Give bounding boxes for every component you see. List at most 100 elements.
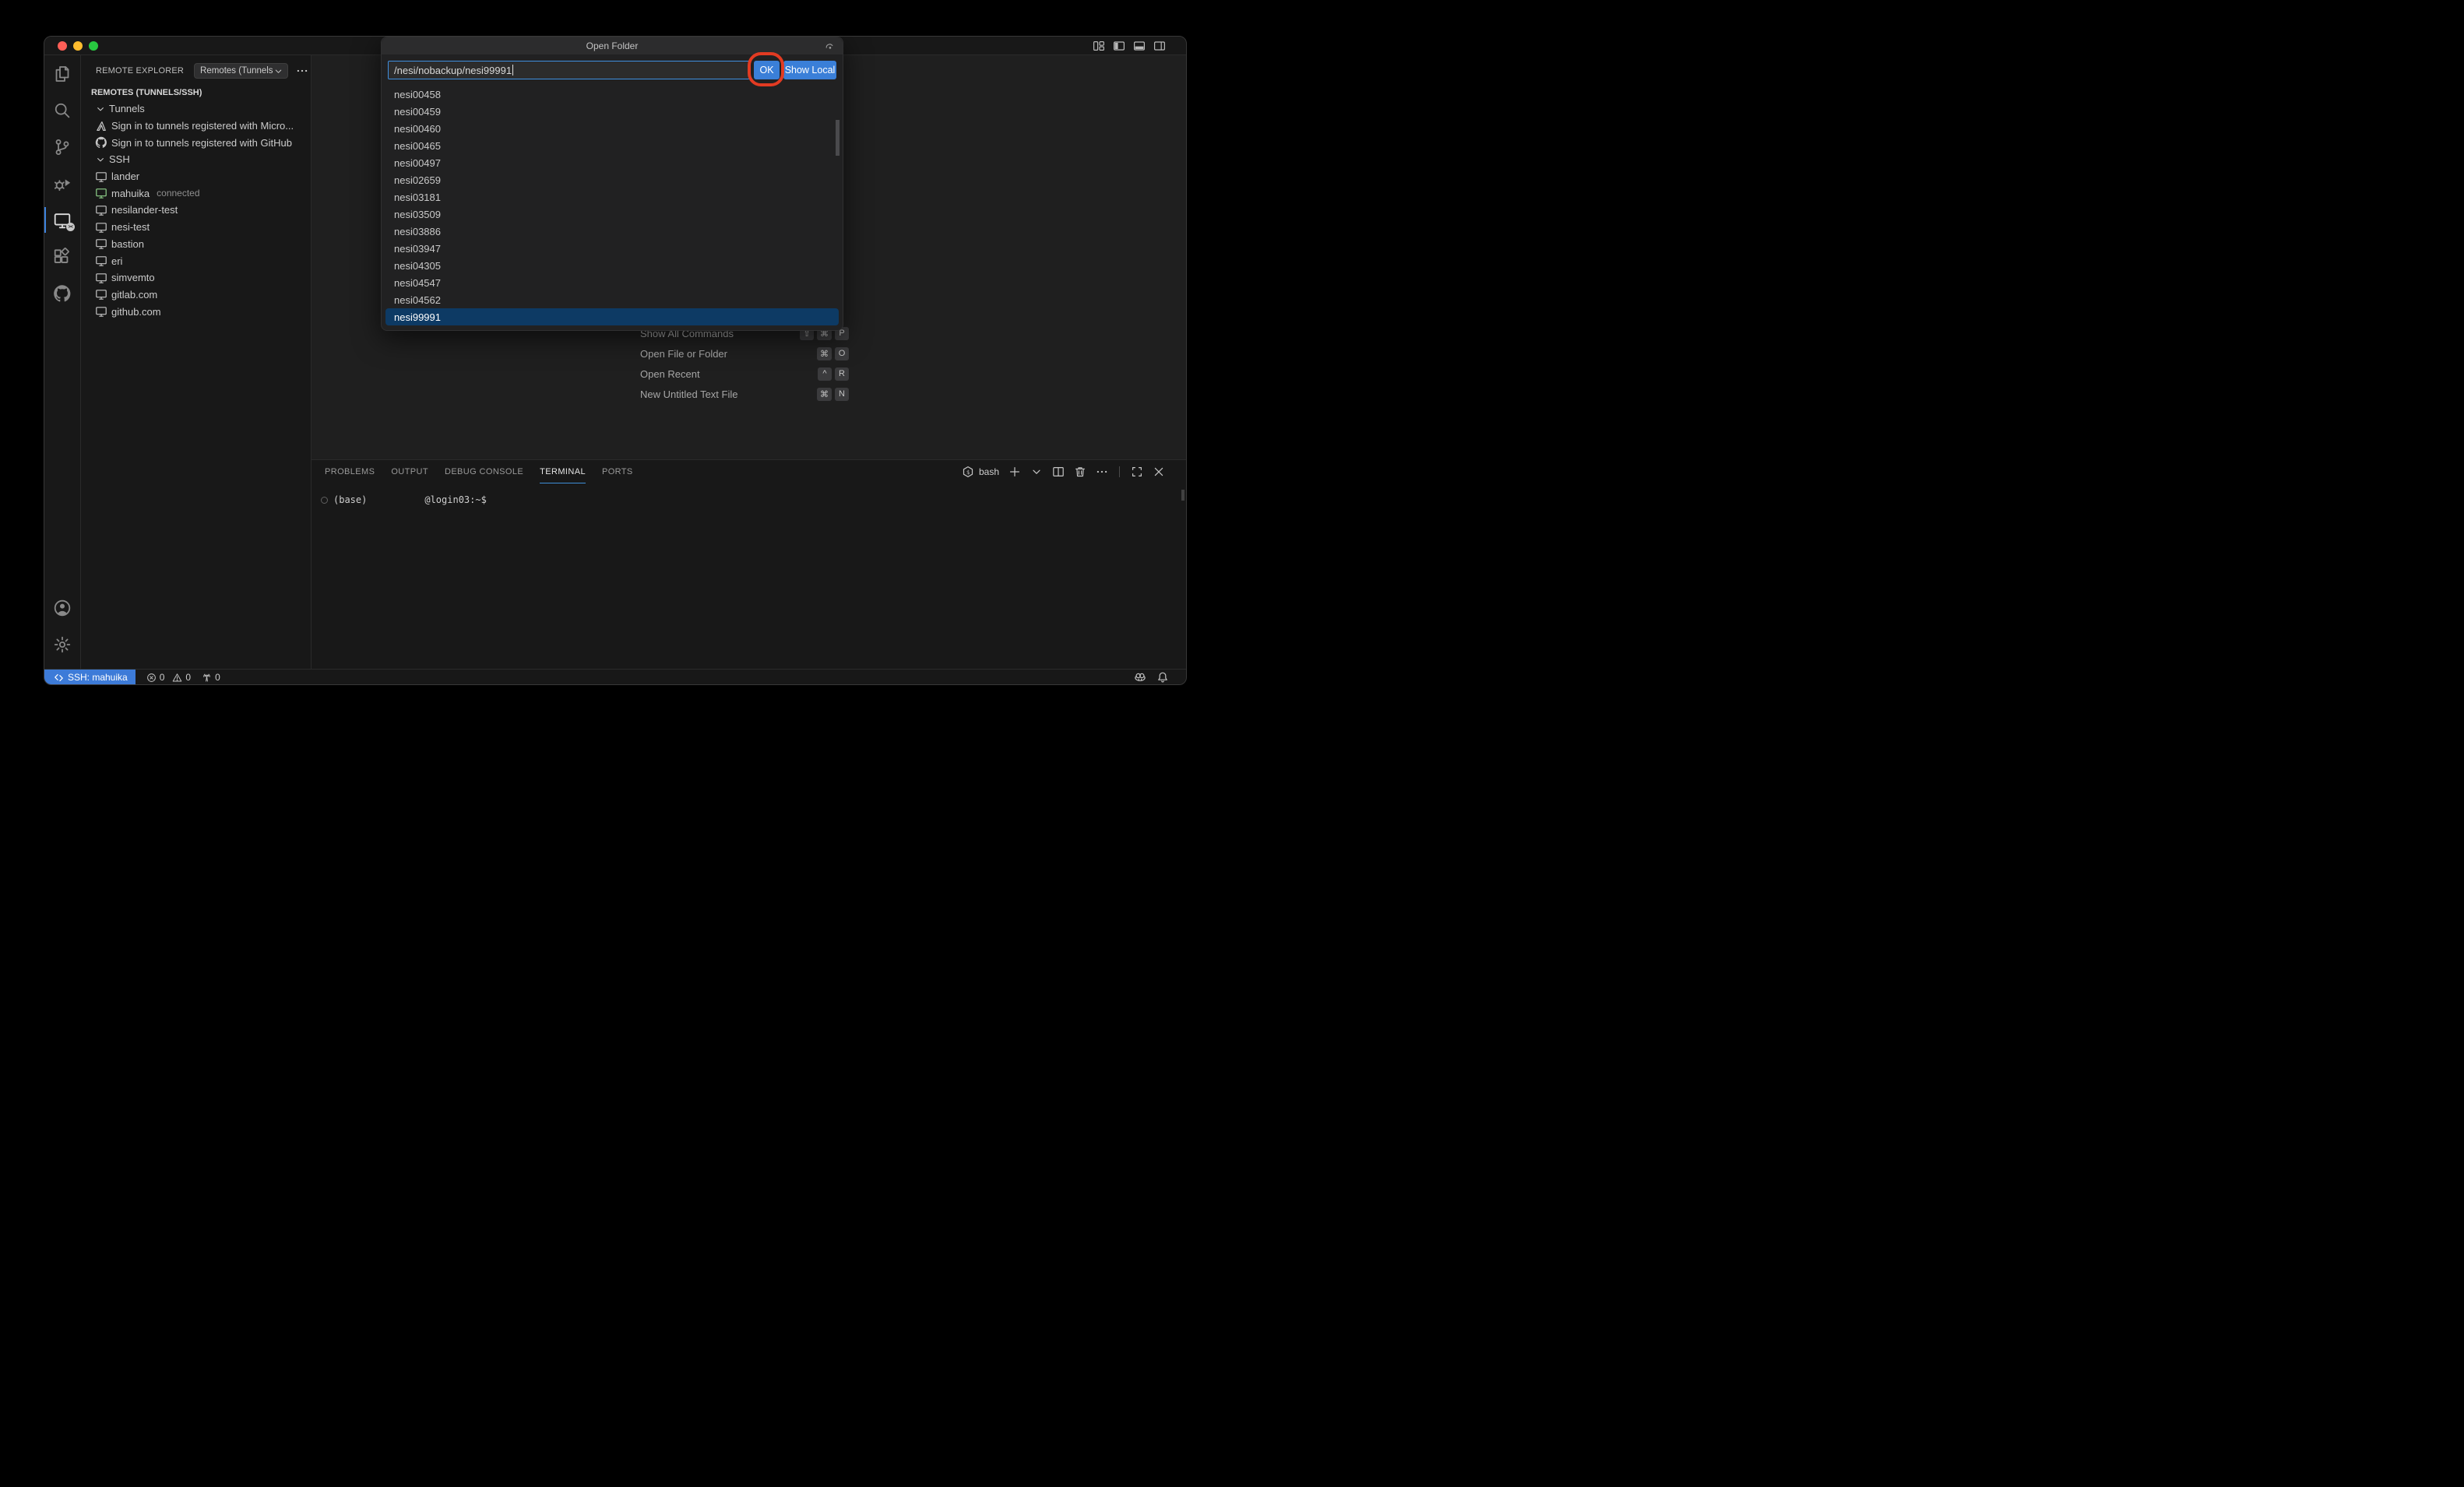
maximize-panel-button[interactable] — [1131, 466, 1143, 478]
ok-button[interactable]: OK — [754, 61, 780, 79]
folder-option-nesi00460[interactable]: nesi00460 — [385, 120, 839, 137]
show-local-button[interactable]: Show Local — [783, 61, 836, 79]
folder-option-nesi00459[interactable]: nesi00459 — [385, 103, 839, 120]
tree-item-eri[interactable]: eri — [81, 252, 311, 269]
terminal-more-actions-button[interactable] — [1096, 466, 1108, 478]
folder-option-nesi03181[interactable]: nesi03181 — [385, 188, 839, 206]
activity-item-github[interactable] — [44, 275, 80, 311]
folder-option-nesi02659[interactable]: nesi02659 — [385, 171, 839, 188]
panel-tab-bar: PROBLEMS OUTPUT DEBUG CONSOLE TERMINAL PORTS… — [312, 460, 1186, 483]
remote-badge-icon: >< — [66, 223, 75, 231]
kill-terminal-button[interactable] — [1074, 466, 1086, 478]
folder-option-nesi03947[interactable]: nesi03947 — [385, 240, 839, 257]
activity-item-explorer[interactable] — [44, 55, 80, 92]
remote-indicator-button[interactable]: SSH: mahuika — [44, 670, 136, 685]
tree-item-tunnels[interactable]: Tunnels — [81, 100, 311, 118]
minimize-window-button[interactable] — [73, 41, 83, 51]
tree-item-label: eri — [111, 255, 122, 267]
tree-item-label: lander — [111, 170, 139, 182]
problems-status-button[interactable]: 0 0 — [146, 672, 191, 683]
remotes-section-header[interactable]: REMOTES (TUNNELS/SSH) — [81, 83, 311, 100]
activity-item-source-control[interactable] — [44, 128, 80, 165]
folder-option-label: nesi04562 — [394, 294, 441, 306]
sidebar-more-actions-button[interactable] — [296, 65, 308, 77]
panel-tab-output[interactable]: OUTPUT — [391, 460, 428, 483]
launch-profile-chevron[interactable] — [1030, 466, 1043, 478]
activity-item-run-and-debug[interactable] — [44, 165, 80, 202]
toggle-panel-button[interactable] — [1133, 40, 1146, 52]
customize-layout-button[interactable] — [1093, 40, 1105, 52]
activity-item-accounts[interactable] — [44, 589, 80, 626]
dialog-titlebar: Open Folder — [382, 37, 843, 54]
keybinding: ^R — [818, 367, 849, 381]
remote-label: SSH: mahuika — [68, 672, 128, 683]
folder-option-label: nesi03947 — [394, 243, 441, 255]
folder-suggestions-list: nesi00458nesi00459nesi00460nesi00465nesi… — [382, 84, 843, 330]
dialog-title: Open Folder — [586, 40, 639, 51]
split-terminal-button[interactable] — [1052, 466, 1065, 478]
error-icon — [146, 673, 157, 683]
folder-path-input[interactable]: /nesi/nobackup/nesi99991 — [388, 61, 750, 79]
zoom-window-button[interactable] — [89, 41, 98, 51]
tree-item-label: nesi-test — [111, 221, 150, 233]
folder-option-nesi03509[interactable]: nesi03509 — [385, 206, 839, 223]
watermark-row: Open File or Folder⌘O — [640, 343, 849, 364]
tree-item-bastion[interactable]: bastion — [81, 236, 311, 253]
folder-option-nesi04305[interactable]: nesi04305 — [385, 257, 839, 274]
folder-option-nesi04547[interactable]: nesi04547 — [385, 274, 839, 291]
command-decoration-icon — [321, 497, 328, 504]
terminal-toolbar: $ bash — [962, 466, 1186, 478]
panel-tab-ports[interactable]: PORTS — [602, 460, 633, 483]
keybinding: ⌘O — [817, 347, 849, 360]
ports-status-button[interactable]: 0 — [202, 672, 220, 683]
tree-item-lander[interactable]: lander — [81, 168, 311, 185]
tree-item-gitlab-com[interactable]: gitlab.com — [81, 287, 311, 304]
tree-item-label: Tunnels — [109, 103, 145, 114]
tree-item-ssh[interactable]: SSH — [81, 151, 311, 168]
chevron-down-icon — [95, 104, 109, 114]
folder-option-nesi00497[interactable]: nesi00497 — [385, 154, 839, 171]
new-terminal-button[interactable] — [1008, 466, 1021, 478]
activity-item-search[interactable] — [44, 92, 80, 128]
panel-tab-terminal[interactable]: TERMINAL — [540, 460, 586, 483]
copilot-status-button[interactable] — [1134, 671, 1146, 684]
watermark-command-label: Open Recent — [640, 368, 818, 380]
folder-option-nesi99991[interactable]: nesi99991 — [385, 308, 839, 325]
notifications-bell-button[interactable] — [1156, 671, 1169, 684]
remote-scope-select[interactable]: Remotes (Tunnels — [194, 63, 288, 79]
tree-item-simvemto[interactable]: simvemto — [81, 269, 311, 287]
key-chip: ^ — [818, 367, 832, 381]
window-controls — [44, 41, 98, 51]
tree-item-label: bastion — [111, 238, 144, 250]
terminal-scrollbar[interactable] — [1181, 490, 1184, 501]
tree-item-sign-in-to-tunnels-registered-with-github[interactable]: Sign in to tunnels registered with GitHu… — [81, 134, 311, 151]
panel-tab-debug-console[interactable]: DEBUG CONSOLE — [445, 460, 523, 483]
tree-item-nesilander-test[interactable]: nesilander-test — [81, 202, 311, 219]
tree-item-label: Sign in to tunnels registered with GitHu… — [111, 137, 292, 149]
tree-item-nesi-test[interactable]: nesi-test — [81, 219, 311, 236]
panel-tab-problems[interactable]: PROBLEMS — [325, 460, 375, 483]
folder-option-nesi03886[interactable]: nesi03886 — [385, 223, 839, 240]
terminal-prompt-line[interactable]: (base) @login03:~$ — [321, 494, 487, 505]
azure-icon — [95, 120, 111, 132]
titlebar-layout-controls — [1093, 40, 1186, 52]
tree-item-mahuika[interactable]: mahuikaconnected — [81, 185, 311, 202]
shell-label[interactable]: bash — [979, 466, 999, 477]
github-icon — [95, 136, 111, 149]
ok-button-label: OK — [759, 65, 773, 76]
tree-item-github-com[interactable]: github.com — [81, 303, 311, 320]
tree-item-sign-in-to-tunnels-registered-with-micro[interactable]: Sign in to tunnels registered with Micro… — [81, 118, 311, 135]
folder-option-nesi00465[interactable]: nesi00465 — [385, 137, 839, 154]
activity-item-remote-explorer[interactable]: >< — [44, 202, 80, 238]
activity-item-settings[interactable] — [44, 626, 80, 663]
folder-option-nesi04562[interactable]: nesi04562 — [385, 291, 839, 308]
tree-item-label: SSH — [109, 153, 130, 165]
activity-bar: >< — [44, 55, 81, 669]
close-panel-button[interactable] — [1153, 466, 1165, 478]
toggle-primary-sidebar-button[interactable] — [1113, 40, 1125, 52]
folder-option-nesi00458[interactable]: nesi00458 — [385, 86, 839, 103]
activity-item-extensions[interactable] — [44, 238, 80, 275]
dialog-scrollbar-thumb[interactable] — [836, 120, 840, 156]
toggle-secondary-sidebar-button[interactable] — [1153, 40, 1166, 52]
close-window-button[interactable] — [58, 41, 67, 51]
